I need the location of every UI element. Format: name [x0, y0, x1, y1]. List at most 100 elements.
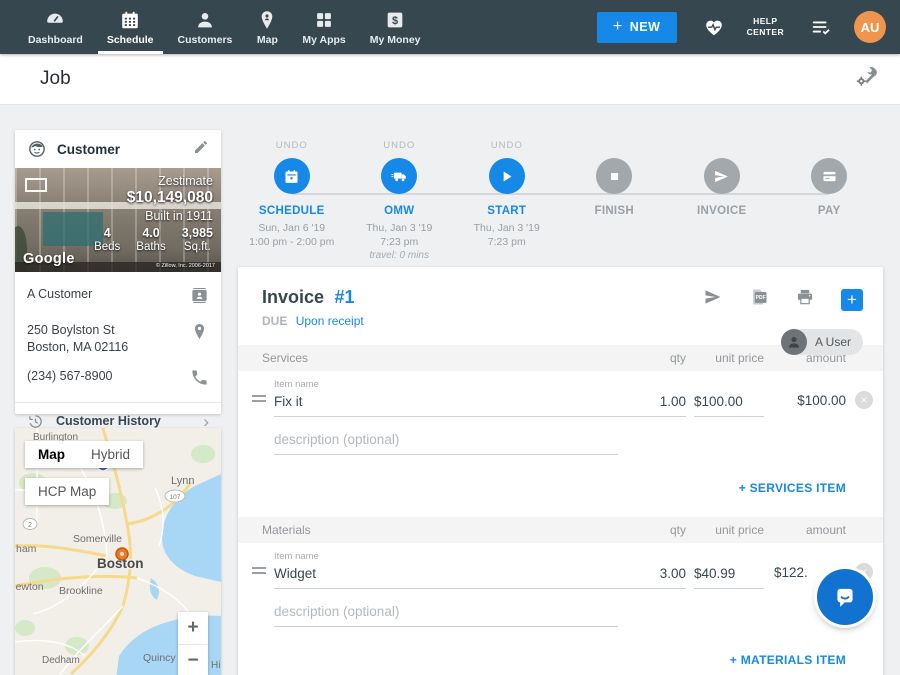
dashboard-gauge-icon	[44, 9, 66, 31]
schedule-step-button[interactable]	[274, 158, 310, 194]
map-label-hingham-partial: Hi	[211, 660, 220, 671]
material-item-row: Item name $122. ×	[238, 543, 883, 589]
beds-value: 4	[94, 226, 120, 240]
timeline-step-omw: UNDO OMW Thu, Jan 3 '197:23 pm travel: 0…	[346, 140, 454, 261]
phone-icon[interactable]	[190, 368, 209, 392]
material-description-input[interactable]	[274, 604, 618, 627]
map-widget[interactable]: 93 2 107 Burlington Lynn Somerville ham …	[15, 428, 221, 675]
zestimate-overlay: Zestimate $10,149,080 Built in 1911 4Bed…	[94, 174, 213, 253]
page-header: Job	[0, 54, 900, 105]
nav-tab-label: My Money	[370, 34, 421, 46]
health-heart-icon[interactable]	[703, 16, 725, 38]
nav-tab-label: Map	[257, 34, 278, 46]
service-unit-price-input[interactable]	[694, 394, 764, 417]
contact-card-icon[interactable]	[190, 286, 209, 310]
timeline-step-finish: FINISH	[561, 140, 669, 261]
service-item-name-input[interactable]	[274, 394, 618, 417]
invoice-title: Invoice	[262, 287, 324, 307]
job-timeline: UNDO SCHEDULE Sun, Jan 6 '191:00 pm - 2:…	[238, 140, 883, 260]
undo-omw-link[interactable]: UNDO	[383, 140, 415, 154]
undo-start-link[interactable]: UNDO	[491, 140, 523, 154]
calendar-icon	[283, 168, 300, 185]
add-invoice-button[interactable]: +	[841, 289, 863, 311]
undo-schedule-link[interactable]: UNDO	[276, 140, 308, 154]
material-unit-price-input[interactable]	[694, 566, 764, 589]
drag-handle-icon[interactable]	[252, 564, 266, 577]
service-item-row: Item name $100.00 ×	[238, 371, 883, 417]
nav-tab-my-money[interactable]: $ My Money	[358, 0, 433, 54]
hcp-map-button[interactable]: HCP Map	[25, 478, 109, 505]
add-materials-item-link[interactable]: + MATERIALS ITEM	[730, 653, 846, 667]
assignee-pill[interactable]: A User	[781, 329, 863, 355]
map-label-quincy: Quincy	[143, 652, 176, 664]
customer-phone-row: (234) 567-8900	[27, 362, 209, 398]
omw-step-button[interactable]	[381, 158, 417, 194]
credit-card-icon	[821, 168, 838, 185]
map-type-map-button[interactable]: Map	[25, 441, 78, 468]
invoice-step-button[interactable]	[704, 158, 740, 194]
nav-tab-label: My Apps	[302, 34, 345, 46]
new-button[interactable]: + NEW	[597, 12, 677, 43]
location-pin-icon[interactable]	[190, 322, 209, 346]
unit-price-column-header: unit price	[694, 351, 764, 365]
sqft-value: 3,985	[182, 226, 213, 240]
timeline-step-schedule: UNDO SCHEDULE Sun, Jan 6 '191:00 pm - 2:…	[238, 140, 346, 261]
finish-step-button[interactable]	[596, 158, 632, 194]
item-name-label: Item name	[274, 551, 618, 562]
zoom-in-button[interactable]: +	[178, 612, 208, 644]
customer-address-row: 250 Boylston StBoston, MA 02116	[27, 316, 209, 362]
item-name-label: Item name	[274, 379, 618, 390]
invoice-card: Invoice #1 DUE Upon receipt PDF +	[238, 267, 883, 675]
service-amount: $100.00	[772, 393, 846, 417]
send-invoice-icon[interactable]	[703, 287, 723, 312]
job-settings-tools-icon[interactable]	[854, 65, 878, 94]
step-label: OMW	[384, 205, 414, 217]
photo-copyright: © Zillow, Inc. 2006-2017	[156, 263, 215, 269]
pay-step-button[interactable]	[811, 158, 847, 194]
zoom-out-button[interactable]: −	[178, 644, 208, 675]
nav-tab-schedule[interactable]: Schedule	[95, 0, 166, 54]
pdf-icon[interactable]: PDF	[749, 287, 769, 312]
step-datetime: Sun, Jan 6 '191:00 pm - 2:00 pm	[249, 221, 334, 249]
add-services-item-link[interactable]: + SERVICES ITEM	[739, 481, 846, 495]
start-step-button[interactable]	[489, 158, 525, 194]
top-nav: Dashboard Schedule Customers Map	[0, 0, 900, 54]
material-item-name-input[interactable]	[274, 566, 618, 589]
customers-person-icon	[194, 9, 216, 31]
service-description-input[interactable]	[274, 432, 618, 455]
delete-item-icon[interactable]: ×	[855, 391, 873, 409]
step-label: SCHEDULE	[259, 205, 325, 217]
app-root: Dashboard Schedule Customers Map	[0, 0, 900, 675]
map-label-somerville: Somerville	[73, 533, 122, 545]
chat-launcher-button[interactable]	[817, 569, 873, 625]
service-qty-input[interactable]	[618, 394, 686, 417]
help-line1: HELP	[747, 16, 784, 27]
help-center-button[interactable]: HELP CENTER	[747, 16, 784, 39]
drag-handle-icon[interactable]	[252, 392, 266, 405]
checklist-icon[interactable]	[810, 16, 832, 38]
user-avatar[interactable]: AU	[854, 11, 886, 43]
edit-pencil-icon[interactable]	[193, 139, 209, 160]
play-icon	[498, 168, 515, 185]
nav-tab-my-apps[interactable]: My Apps	[290, 0, 357, 54]
step-label: PAY	[818, 205, 841, 217]
timeline-step-invoice: INVOICE	[668, 140, 776, 261]
customer-face-icon	[27, 139, 47, 159]
nav-tab-map[interactable]: Map	[244, 0, 290, 54]
nav-tab-label: Customers	[178, 34, 233, 46]
section-title: Materials	[262, 523, 618, 537]
beds-label: Beds	[94, 241, 120, 253]
plus-icon: +	[613, 18, 623, 36]
schedule-calendar-icon	[119, 9, 141, 31]
nav-tab-label: Dashboard	[28, 34, 83, 46]
due-terms-link[interactable]: Upon receipt	[296, 314, 364, 328]
nav-tab-customers[interactable]: Customers	[166, 0, 245, 54]
customer-phone: (234) 567-8900	[27, 368, 112, 385]
built-year: Built in 1911	[94, 209, 213, 223]
map-type-hybrid-button[interactable]: Hybrid	[78, 441, 143, 468]
unit-price-column-header: unit price	[694, 523, 764, 537]
material-qty-input[interactable]	[618, 566, 686, 589]
nav-tab-dashboard[interactable]: Dashboard	[16, 0, 95, 54]
print-icon[interactable]	[795, 287, 815, 312]
zestimate-label: Zestimate	[94, 174, 213, 188]
